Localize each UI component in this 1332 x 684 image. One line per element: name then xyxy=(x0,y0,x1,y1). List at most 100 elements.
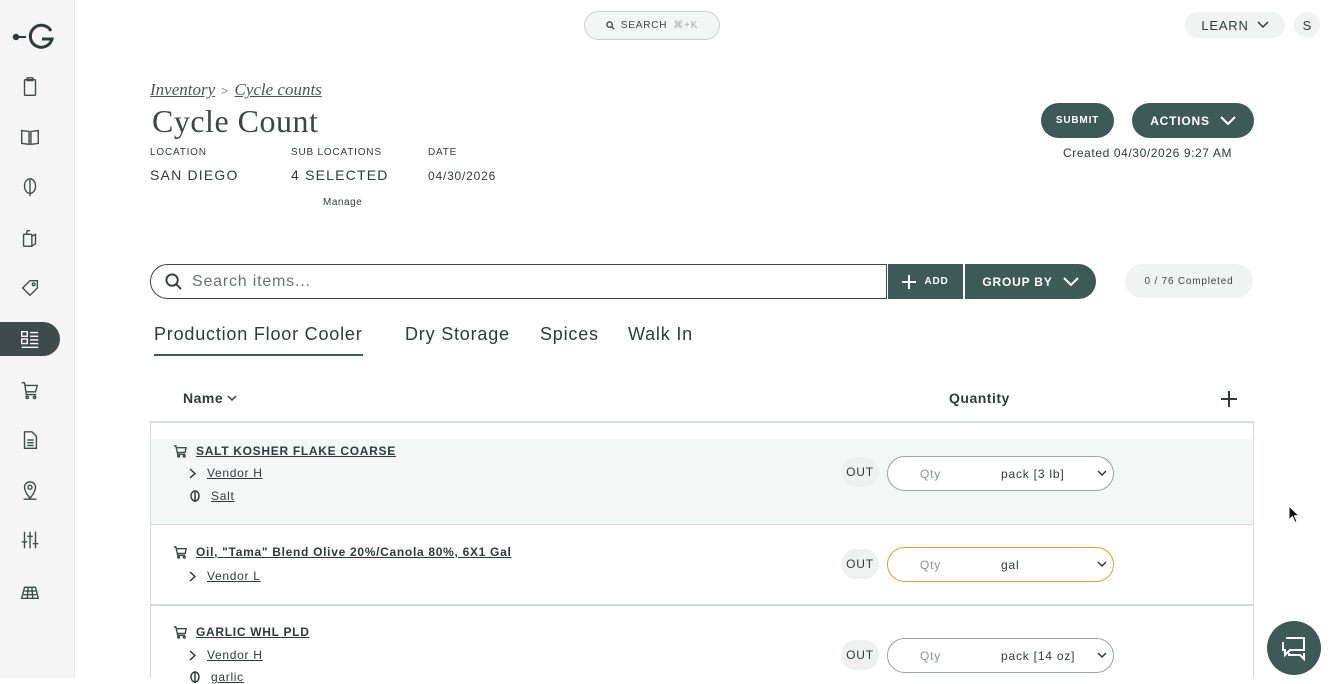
group-by-dropdown[interactable]: GROUP BY xyxy=(965,264,1096,299)
vendor-line[interactable]: Vendor L xyxy=(189,569,261,583)
ingredient-icon xyxy=(190,670,200,683)
search-icon xyxy=(606,21,615,30)
quantity-input[interactable]: Qty gal xyxy=(887,547,1114,582)
cart-icon xyxy=(173,626,187,639)
vendor-line[interactable]: Vendor H xyxy=(189,466,263,480)
qty-placeholder: Qty xyxy=(920,648,942,663)
unit-select-value[interactable]: pack [3 lb] xyxy=(1001,467,1065,481)
chevron-down-icon xyxy=(1220,115,1236,125)
chevron-down-icon xyxy=(1097,561,1107,568)
completed-counter: 0 / 76 Completed xyxy=(1125,264,1253,298)
sort-chevron-icon xyxy=(227,394,237,401)
qty-placeholder: Qty xyxy=(920,557,942,572)
actions-dropdown-button[interactable]: ACTIONS xyxy=(1132,103,1254,138)
sidebar-item-tags-icon[interactable] xyxy=(0,271,60,305)
name-column-header[interactable]: Name xyxy=(183,390,237,406)
chevron-down-icon xyxy=(1097,470,1107,477)
ingredient-link[interactable]: garlic xyxy=(211,670,244,684)
learn-dropdown[interactable]: LEARN xyxy=(1185,12,1285,38)
cart-icon xyxy=(173,445,187,458)
quantity-input[interactable]: Qty pack [3 lb] xyxy=(887,456,1114,491)
manage-sublocations-link[interactable]: Manage xyxy=(323,197,362,208)
unit-select-value[interactable]: pack [14 oz] xyxy=(1001,649,1075,663)
global-search-label: SEARCH xyxy=(620,20,668,31)
date-label: DATE xyxy=(428,147,458,158)
vendor-link[interactable]: Vendor L xyxy=(207,569,261,583)
vendor-link[interactable]: Vendor H xyxy=(207,648,263,662)
submit-button[interactable]: SUBMIT xyxy=(1041,103,1114,138)
logo-icon[interactable] xyxy=(12,22,56,52)
chat-icon xyxy=(1282,637,1305,661)
quantity-input[interactable]: Qty pack [14 oz] xyxy=(887,638,1114,673)
plus-icon xyxy=(902,274,917,289)
sidebar-item-documents-icon[interactable] xyxy=(0,423,60,457)
name-header-label: Name xyxy=(183,390,224,406)
sublocations-value: 4 SELECTED xyxy=(291,167,389,183)
sidebar-item-locations-icon[interactable] xyxy=(0,473,60,507)
chat-support-button[interactable] xyxy=(1267,621,1321,675)
breadcrumb: Inventory > Cycle counts xyxy=(150,80,322,100)
sidebar xyxy=(0,0,75,678)
breadcrumb-separator: > xyxy=(221,83,229,98)
item-title-line: SALT KOSHER FLAKE COARSE xyxy=(173,444,396,458)
breadcrumb-cycle-counts-link[interactable]: Cycle counts xyxy=(234,80,321,99)
chevron-down-icon xyxy=(1257,21,1269,29)
sidebar-item-cart-icon[interactable] xyxy=(0,373,60,407)
item-title-line: Oil, "Tama" Blend Olive 20%/Canola 80%, … xyxy=(173,545,512,559)
table-row: Oil, "Tama" Blend Olive 20%/Canola 80%, … xyxy=(150,524,1254,605)
out-toggle[interactable]: OUT xyxy=(841,549,879,579)
add-label: ADD xyxy=(924,276,949,287)
item-name-link[interactable]: Oil, "Tama" Blend Olive 20%/Canola 80%, … xyxy=(196,545,512,559)
search-icon xyxy=(165,273,182,290)
page-title: Cycle Count xyxy=(152,103,319,139)
sidebar-item-recipes-icon[interactable] xyxy=(0,120,60,154)
sidebar-item-settings-icon[interactable] xyxy=(0,523,60,557)
item-search-input[interactable] xyxy=(192,272,842,291)
sidebar-item-products-icon[interactable] xyxy=(0,221,60,255)
item-search-box[interactable] xyxy=(150,264,887,299)
unit-select-value[interactable]: gal xyxy=(1001,558,1019,572)
ingredient-link[interactable]: Salt xyxy=(211,489,234,503)
sidebar-item-reports-icon[interactable] xyxy=(0,574,60,608)
location-label: LOCATION xyxy=(150,147,207,158)
tab-production-floor-cooler[interactable]: Production Floor Cooler xyxy=(154,324,363,356)
sublocations-label: SUB LOCATIONS xyxy=(291,147,382,158)
quantity-column-header: Quantity xyxy=(949,390,1010,406)
out-toggle[interactable]: OUT xyxy=(841,457,879,487)
vendor-link[interactable]: Vendor H xyxy=(207,466,263,480)
created-timestamp: Created 04/30/2026 9:27 AM xyxy=(1063,146,1233,160)
date-value: 04/30/2026 xyxy=(428,169,497,183)
cart-icon xyxy=(173,546,187,559)
table-row: SALT KOSHER FLAKE COARSE Vendor H Salt O… xyxy=(150,422,1254,524)
tab-spices[interactable]: Spices xyxy=(540,324,599,345)
chevron-right-icon xyxy=(189,467,197,479)
breadcrumb-inventory-link[interactable]: Inventory xyxy=(150,80,215,99)
avatar[interactable]: S xyxy=(1294,12,1320,38)
item-name-link[interactable]: SALT KOSHER FLAKE COARSE xyxy=(196,444,396,458)
tab-walk-in[interactable]: Walk In xyxy=(628,324,693,345)
out-toggle[interactable]: OUT xyxy=(841,640,879,670)
sidebar-item-orders-icon[interactable] xyxy=(0,70,60,104)
table-row: GARLIC WHL PLD Vendor H garlic OUT Qty p… xyxy=(150,605,1254,684)
ingredient-icon xyxy=(190,489,200,502)
global-search-button[interactable]: SEARCH ⌘+K xyxy=(584,11,720,40)
chevron-down-icon xyxy=(1097,652,1107,659)
ingredient-line: Salt xyxy=(189,489,234,503)
chevron-right-icon xyxy=(189,570,197,582)
add-item-button[interactable]: ADD xyxy=(888,264,963,299)
sidebar-item-ingredients-icon[interactable] xyxy=(0,170,60,204)
sidebar-item-inventory-icon[interactable] xyxy=(0,322,60,356)
item-name-link[interactable]: GARLIC WHL PLD xyxy=(196,625,310,639)
mouse-cursor-icon xyxy=(1288,505,1301,524)
chevron-down-icon xyxy=(1062,276,1079,286)
location-value: SAN DIEGO xyxy=(150,167,239,183)
tab-dry-storage[interactable]: Dry Storage xyxy=(405,324,510,345)
vendor-line[interactable]: Vendor H xyxy=(189,648,263,662)
actions-label: ACTIONS xyxy=(1150,113,1210,128)
group-by-label: GROUP BY xyxy=(982,274,1053,289)
chevron-right-icon xyxy=(189,649,197,661)
add-column-icon[interactable] xyxy=(1218,388,1240,410)
learn-label: LEARN xyxy=(1201,17,1249,33)
item-title-line: GARLIC WHL PLD xyxy=(173,625,310,639)
search-shortcut: ⌘+K xyxy=(673,20,699,31)
